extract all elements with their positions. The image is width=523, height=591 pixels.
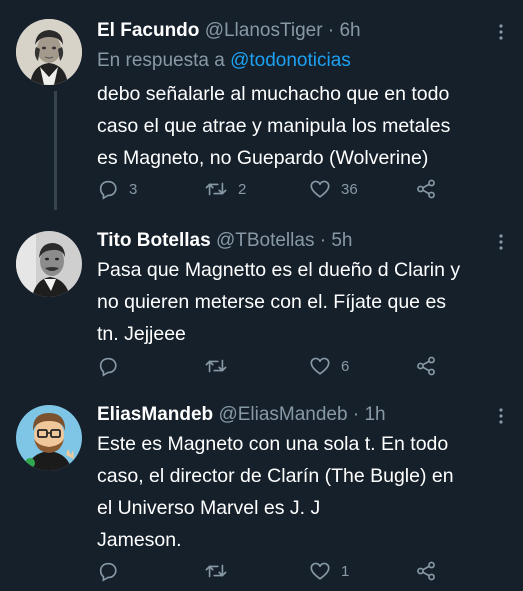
- share-icon: [417, 356, 435, 376]
- avatar-cartoon-image: [16, 405, 82, 471]
- tweet-actions: 6: [97, 353, 507, 379]
- tweet-text-line: Este es Magneto con una sola t. En todo: [97, 433, 449, 455]
- like-count: 6: [341, 357, 350, 375]
- tweet-text-line: es Magneto, no Guepardo (Wolverine): [97, 147, 429, 169]
- separator-dot: ·: [327, 20, 335, 41]
- tweet-text-line: debo señalarle al muchacho que en todo: [97, 83, 450, 105]
- separator-dot: ·: [352, 404, 360, 425]
- tweet-text: Este es Magneto con una sola t. En todo …: [97, 428, 512, 556]
- tweet-text-line: Pasa que Magnetto es el dueño d Clarin y: [97, 259, 461, 281]
- retweet-icon: [205, 182, 227, 196]
- display-name[interactable]: EliasMandeb: [97, 404, 213, 425]
- avatar-portrait-image: [16, 19, 82, 85]
- retweet-icon: [205, 564, 227, 578]
- avatar-tito-botellas[interactable]: [16, 231, 82, 297]
- reply-context: En respuesta a @todonoticias: [97, 49, 351, 73]
- timestamp[interactable]: 6h: [339, 20, 360, 41]
- share-button[interactable]: [415, 176, 437, 202]
- tweet-3[interactable]: EliasMandeb @EliasMandeb · 1h Este es Ma…: [0, 396, 523, 591]
- tweet-1[interactable]: El Facundo @LlanosTiger · 6h En respuest…: [0, 0, 523, 212]
- retweet-button[interactable]: [204, 353, 238, 379]
- reply-icon: [99, 562, 117, 582]
- retweet-count: 2: [238, 180, 247, 198]
- share-icon: [417, 561, 435, 581]
- heart-icon: [310, 562, 330, 580]
- tweet-actions: 3 2 36: [97, 176, 507, 202]
- like-count: 36: [341, 180, 358, 198]
- retweet-button[interactable]: 2: [204, 176, 246, 202]
- reply-button[interactable]: [97, 558, 129, 584]
- timestamp[interactable]: 5h: [331, 230, 352, 251]
- reply-button[interactable]: [97, 353, 129, 379]
- heart-icon: [310, 180, 330, 198]
- avatar-portrait-image: [16, 231, 82, 297]
- separator-dot: ·: [319, 230, 327, 251]
- tweet-text-line: tn. Jejjeee: [97, 323, 186, 345]
- tweet-header: EliasMandeb @EliasMandeb · 1h: [97, 403, 386, 427]
- share-button[interactable]: [415, 353, 437, 379]
- reply-mention-link[interactable]: @todonoticias: [230, 50, 351, 71]
- share-icon: [417, 179, 435, 199]
- heart-icon: [310, 357, 330, 375]
- tweet-actions: 1: [97, 558, 507, 584]
- like-button[interactable]: 36: [309, 176, 358, 202]
- display-name[interactable]: Tito Botellas: [97, 230, 211, 251]
- avatar-el-facundo[interactable]: [16, 19, 82, 85]
- avatar-eliasmandeb[interactable]: [16, 405, 82, 471]
- like-count: 1: [341, 562, 350, 580]
- tweet-text-line: el Universo Marvel es J. J: [97, 497, 321, 519]
- tweet-header: Tito Botellas @TBotellas · 5h: [97, 229, 352, 253]
- timestamp[interactable]: 1h: [364, 404, 385, 425]
- tweet-header: El Facundo @LlanosTiger · 6h: [97, 19, 361, 43]
- more-vertical-icon[interactable]: [493, 22, 509, 42]
- reply-count: 3: [129, 180, 138, 198]
- share-button[interactable]: [415, 558, 437, 584]
- more-vertical-icon[interactable]: [493, 232, 509, 252]
- reply-prefix-text: En respuesta a: [97, 50, 225, 71]
- more-vertical-icon[interactable]: [493, 406, 509, 426]
- display-name[interactable]: El Facundo: [97, 20, 199, 41]
- reply-icon: [99, 357, 117, 377]
- tweet-text-line: Jameson.: [97, 529, 182, 551]
- tweet-text-line: no quieren meterse con el. Fíjate que es: [97, 291, 447, 313]
- user-handle[interactable]: @LlanosTiger: [205, 20, 323, 41]
- tweet-text: debo señalarle al muchacho que en todo c…: [97, 78, 512, 174]
- like-button[interactable]: 1: [309, 558, 349, 584]
- tweet-text-line: caso, el director de Clarín (The Bugle) …: [97, 465, 454, 487]
- reply-icon: [99, 180, 117, 200]
- retweet-button[interactable]: [204, 558, 238, 584]
- user-handle[interactable]: @TBotellas: [216, 230, 315, 251]
- user-handle[interactable]: @EliasMandeb: [218, 404, 347, 425]
- reply-button[interactable]: 3: [97, 176, 137, 202]
- tweet-text-line: caso el que atrae y manipula los metales: [97, 115, 451, 137]
- tweet-text: Pasa que Magnetto es el dueño d Clarin y…: [97, 254, 512, 350]
- tweet-2[interactable]: Tito Botellas @TBotellas · 5h Pasa que M…: [0, 212, 523, 396]
- like-button[interactable]: 6: [309, 353, 349, 379]
- retweet-icon: [205, 359, 227, 373]
